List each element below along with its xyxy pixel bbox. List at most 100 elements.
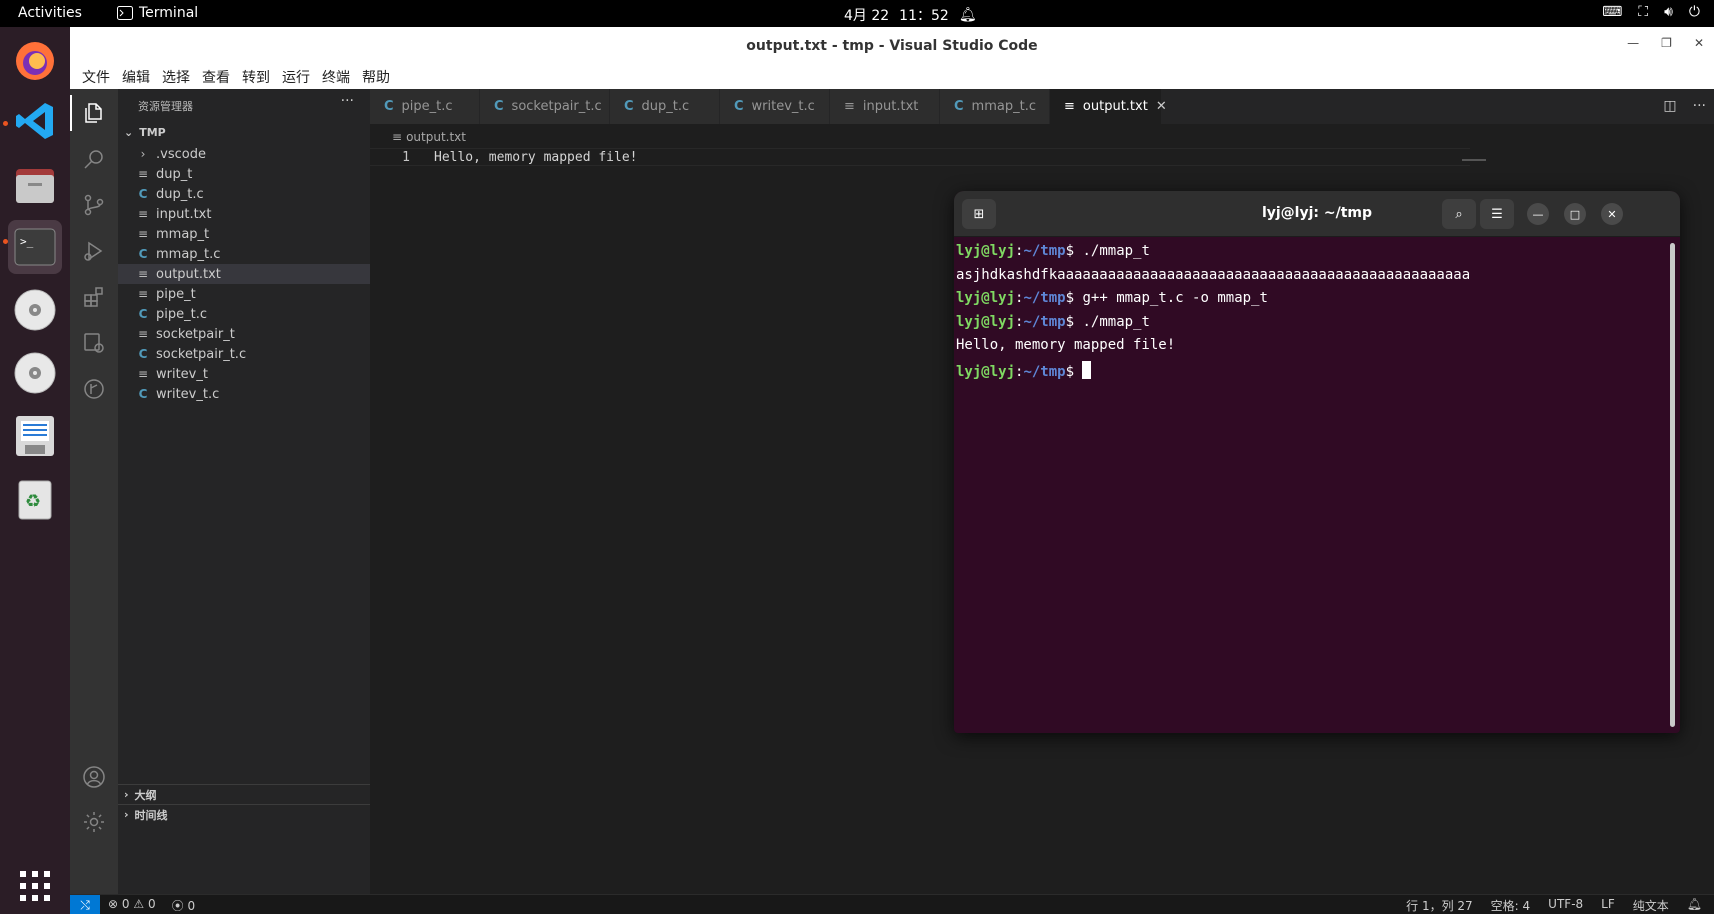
trash-icon[interactable]: ♻ [8,472,62,526]
window-titlebar[interactable]: output.txt - tmp - Visual Studio Code — … [70,27,1714,64]
folder-root[interactable]: ⌄ TMP [118,122,370,142]
editor-tab[interactable]: Cpipe_t.c [370,89,480,124]
save-disk-icon[interactable] [8,409,62,463]
tree-item[interactable]: Csocketpair_t.c [118,344,370,364]
tree-item[interactable]: ≡ writev_t [118,364,370,384]
menu-file[interactable]: 文件 [76,67,116,87]
breadcrumb[interactable]: ≡ output.txt [392,130,466,144]
files-icon[interactable] [8,158,62,212]
menu-run[interactable]: 运行 [276,67,316,87]
terminal-text: ./mmap_t [1074,313,1150,330]
tree-item[interactable]: Cdup_t.c [118,184,370,204]
outline-section[interactable]: › 大纲 [118,784,370,804]
restore-icon[interactable]: ❐ [1661,36,1672,50]
minimize-icon[interactable]: — [1627,36,1639,50]
source-control-icon[interactable] [82,193,106,217]
tree-item[interactable]: ≡ output.txt [118,264,370,284]
menu-edit[interactable]: 编辑 [116,67,156,87]
tree-item[interactable]: ≡ input.txt [118,204,370,224]
firefox-icon[interactable] [8,34,62,88]
code-line[interactable]: 1 Hello, memory mapped file! [370,148,1470,166]
tree-item[interactable]: ≡ socketpair_t [118,324,370,344]
editor-tab[interactable]: Cmmap_t.c [940,89,1050,124]
menu-selection[interactable]: 选择 [156,67,196,87]
explorer-icon[interactable] [82,101,106,125]
account-icon[interactable] [82,765,106,789]
language-mode[interactable]: 纯文本 [1633,897,1669,914]
settings-gear-icon[interactable] [82,810,106,834]
git-graph-icon[interactable] [82,377,106,401]
menu-go[interactable]: 转到 [236,67,276,87]
menu-help[interactable]: 帮助 [356,67,396,87]
menu-view[interactable]: 查看 [196,67,236,87]
minimize-icon[interactable]: — [1527,203,1549,225]
activities-button[interactable]: Activities [18,5,82,21]
tab-label: socketpair_t.c [511,99,602,114]
more-actions-icon[interactable]: ··· [1693,98,1706,114]
text-file-icon: ≡ [137,367,149,381]
volume-icon: 🔊︎ [1664,4,1673,20]
indentation[interactable]: 空格: 4 [1491,897,1531,914]
tree-item[interactable]: Cmmap_t.c [118,244,370,264]
active-indicator [70,95,72,131]
show-apps-icon[interactable] [8,859,62,913]
remote-explorer-icon[interactable] [82,331,106,355]
search-icon[interactable] [82,147,106,171]
cursor-position[interactable]: 行 1，列 27 [1406,897,1473,914]
menu-terminal[interactable]: 终端 [316,67,356,87]
prompt-part: $ [1065,243,1075,259]
text-file-icon: ≡ [844,99,855,114]
clock[interactable]: 4月 22 11：52 🔔︎ [844,5,977,25]
ports-count: 0 [187,899,196,913]
close-icon[interactable]: ✕ [1601,203,1623,225]
tree-item[interactable]: ≡ dup_t [118,164,370,184]
split-editor-icon[interactable]: ◫ [1663,98,1676,114]
tree-item[interactable]: Cwritev_t.c [118,384,370,404]
terminal-scrollbar[interactable] [1670,243,1675,727]
tree-item[interactable]: Cpipe_t.c [118,304,370,324]
network-icon: ⛶ [1638,4,1649,20]
notifications-icon[interactable]: 🔔︎ [1687,897,1702,914]
c-file-icon: C [138,187,148,201]
tree-item[interactable]: ≡ mmap_t [118,224,370,244]
hamburger-menu-icon[interactable]: ☰ [1480,199,1514,229]
maximize-icon[interactable]: □ [1564,203,1586,225]
tree-item[interactable]: ≡ pipe_t [118,284,370,304]
extensions-icon[interactable] [82,285,106,309]
run-debug-icon[interactable] [82,239,106,263]
ports-indicator[interactable]: ⦿ 0 [172,897,195,914]
tree-item[interactable]: › .vscode [118,144,370,164]
prompt-part: ~/tmp [1023,243,1066,259]
editor-tab[interactable]: Csocketpair_t.c [480,89,610,124]
terminal-icon[interactable]: >_ [8,220,62,274]
terminal-headerbar[interactable]: ⊞ lyj@lyj: ~/tmp ⌕ ☰ — □ ✕ [954,191,1680,237]
tree-item-label: mmap_t.c [156,246,221,262]
end-of-line[interactable]: LF [1601,897,1615,914]
remote-indicator-icon[interactable]: ⤭ [70,895,100,914]
svg-text:>_: >_ [20,235,34,248]
disc-drive-icon[interactable] [8,346,62,400]
c-file-icon: C [384,99,394,114]
vscode-icon[interactable] [8,94,62,148]
editor-tab[interactable]: Cdup_t.c [610,89,720,124]
app-menu[interactable]: Terminal [117,5,198,21]
disc-drive-icon[interactable] [8,283,62,337]
encoding[interactable]: UTF-8 [1548,897,1583,914]
editor-tab[interactable]: ≡ input.txt [830,89,940,124]
close-icon[interactable]: ✕ [1694,36,1704,50]
editor-tabs: Cpipe_t.c Csocketpair_t.c Cdup_t.c Cwritev_… [370,89,1714,124]
problems-indicator[interactable]: ⊗ 0 ⚠ 0 [108,897,156,914]
editor-tab[interactable]: ≡ output.txt ✕ [1050,89,1167,124]
timeline-section[interactable]: › 时间线 [118,804,370,824]
more-actions-icon[interactable]: ··· [341,93,354,109]
error-icon: ⊗ [108,897,119,911]
search-icon[interactable]: ⌕ [1442,199,1476,229]
editor-tab[interactable]: Cwritev_t.c [720,89,830,124]
tab-label: writev_t.c [751,99,815,114]
minimap[interactable] [1462,159,1486,161]
terminal-output[interactable]: lyj@lyj:~/tmp$ ./mmap_t asjhdkashdfkaaaaa… [956,237,1656,731]
system-tray[interactable]: ⌨ ⛶ 🔊︎ ⏻ [1602,4,1700,20]
c-file-icon: C [734,99,744,114]
terminal-window[interactable]: ⊞ lyj@lyj: ~/tmp ⌕ ☰ — □ ✕ lyj@lyj:~/tmp… [954,191,1680,733]
close-tab-icon[interactable]: ✕ [1156,99,1167,114]
